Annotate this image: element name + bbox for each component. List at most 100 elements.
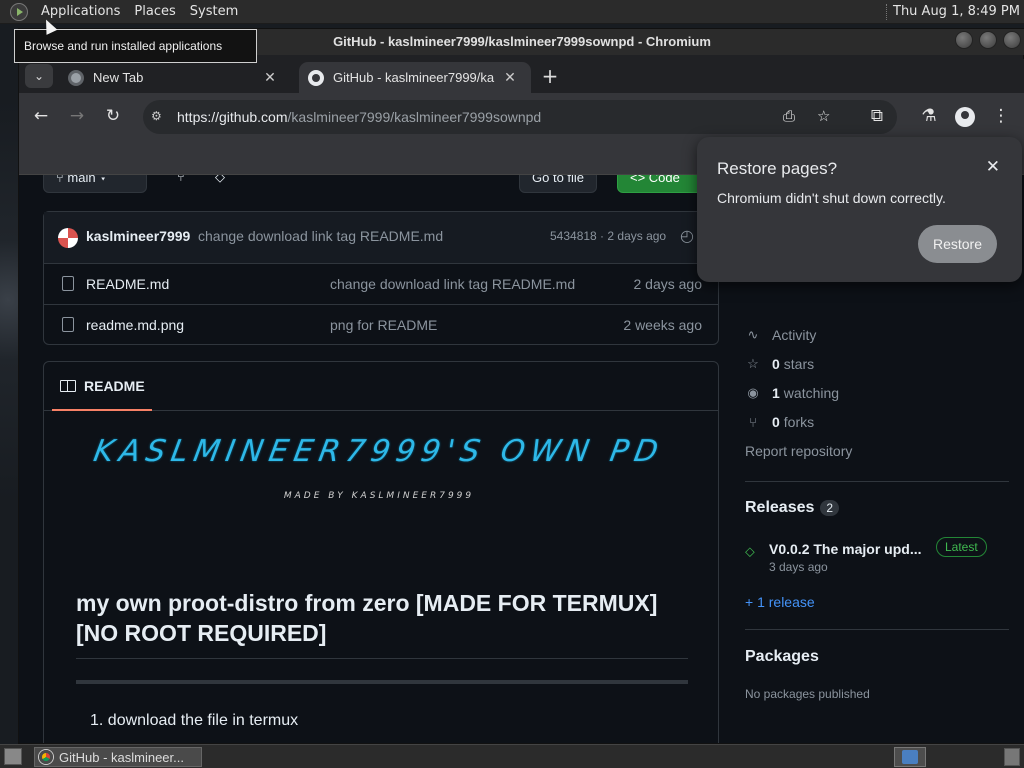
release-date: 3 days ago xyxy=(769,560,828,574)
table-row: README.md change download link tag READM… xyxy=(44,264,718,305)
eye-icon: ◉ xyxy=(747,385,759,400)
code-label: Code xyxy=(648,175,680,185)
close-icon[interactable]: ✕ xyxy=(986,157,1000,177)
file-icon xyxy=(62,276,74,291)
close-tab-icon[interactable]: ✕ xyxy=(501,69,519,86)
star-icon: ☆ xyxy=(747,356,759,371)
file-list: kaslmineer7999 change download link tag … xyxy=(43,211,719,345)
activity-label: Activity xyxy=(772,327,817,343)
bottom-panel: GitHub - kaslmineer... xyxy=(0,744,1024,768)
history-clock-icon[interactable]: ◴ xyxy=(680,226,694,246)
tags-icon[interactable]: ◇ xyxy=(203,175,237,193)
banner-subtitle: MADE BY KASLMINEER7999 xyxy=(283,491,475,501)
address-bar[interactable]: ⚙ https://github.com/kaslmineer7999/kasl… xyxy=(143,100,897,134)
taskbar-window-button[interactable]: GitHub - kaslmineer... xyxy=(34,747,202,767)
file-commit-date: 2 days ago xyxy=(633,276,703,292)
applications-menu[interactable]: Applications xyxy=(34,4,127,19)
file-name-link[interactable]: README.md xyxy=(86,276,169,292)
dialog-text: Chromium didn't shut down correctly. xyxy=(717,190,946,206)
readme-panel: README KASLMINEER7999'S OWN PD MADE BY K… xyxy=(43,361,719,743)
releases-count-badge: 2 xyxy=(820,500,840,516)
commit-author-link[interactable]: kaslmineer7999 xyxy=(86,228,190,244)
back-arrow-icon[interactable]: ← xyxy=(29,104,53,128)
extensions-icon[interactable]: ⧉ xyxy=(865,104,889,128)
site-info-icon[interactable]: ⚙ xyxy=(151,109,167,125)
labs-flask-icon[interactable]: ⚗ xyxy=(917,104,941,128)
panel-separator xyxy=(886,4,888,20)
forks-link[interactable]: ⑂ 0 forks xyxy=(745,414,814,430)
report-repository-link[interactable]: Report repository xyxy=(745,443,852,459)
maximize-button[interactable] xyxy=(979,31,997,49)
readme-divider xyxy=(76,680,688,684)
packages-heading[interactable]: Packages xyxy=(745,648,819,666)
window-title: GitHub - kaslmineer7999/kaslmineer7999so… xyxy=(333,34,711,49)
file-commit-message[interactable]: change download link tag README.md xyxy=(330,276,575,292)
trash-icon[interactable] xyxy=(1004,748,1020,766)
restore-button[interactable]: Restore xyxy=(918,225,997,263)
tab-search-button[interactable]: ⌄ xyxy=(25,64,53,88)
restore-pages-dialog: Restore pages? ✕ Chromium didn't shut do… xyxy=(697,137,1022,282)
tab-new-tab[interactable]: New Tab ✕ xyxy=(59,62,291,93)
readme-heading: my own proot-distro from zero [MADE FOR … xyxy=(76,588,688,659)
stars-count: 0 xyxy=(772,356,780,372)
commit-message-link[interactable]: change download link tag README.md xyxy=(198,228,443,244)
releases-heading[interactable]: Releases 2 xyxy=(745,499,840,517)
branches-icon[interactable]: ⑂ xyxy=(165,175,197,193)
reload-icon[interactable]: ↻ xyxy=(101,104,125,128)
close-tab-icon[interactable]: ✕ xyxy=(261,69,279,86)
forward-arrow-icon[interactable]: → xyxy=(65,104,89,128)
distro-logo-icon[interactable] xyxy=(10,2,28,21)
code-icon: <> xyxy=(630,175,649,185)
browser-toolbar: ← → ↻ ⚙ https://github.com/kaslmineer799… xyxy=(19,93,1024,141)
no-packages-text: No packages published xyxy=(745,687,870,701)
pulse-icon: ∿ xyxy=(747,327,759,342)
watching-link[interactable]: ◉ 1 watching xyxy=(745,385,839,401)
tab-label: New Tab xyxy=(93,70,144,85)
latest-commit-bar: kaslmineer7999 change download link tag … xyxy=(44,212,718,264)
branch-icon: ⑂ xyxy=(56,175,68,185)
watching-count: 1 xyxy=(772,385,780,401)
menu-kebab-icon[interactable]: ⋮ xyxy=(989,104,1013,128)
latest-badge: Latest xyxy=(936,537,987,557)
places-menu[interactable]: Places xyxy=(127,4,182,19)
url-text[interactable]: https://github.com/kaslmineer7999/kaslmi… xyxy=(177,109,541,125)
banner-title: KASLMINEER7999'S OWN PD xyxy=(91,434,667,469)
readme-tab-label: README xyxy=(84,378,145,394)
avatar[interactable] xyxy=(58,228,78,248)
profile-avatar-icon[interactable] xyxy=(955,107,975,127)
file-commit-date: 2 weeks ago xyxy=(623,317,702,333)
readme-list-item: 1. download the file in termux xyxy=(90,712,299,729)
workspace-switcher[interactable] xyxy=(894,747,926,767)
code-button[interactable]: <> Code xyxy=(617,175,707,193)
applications-tooltip: Browse and run installed applications xyxy=(14,29,257,63)
clock[interactable]: Thu Aug 1, 8:49 PM xyxy=(893,4,1020,19)
release-name-link[interactable]: V0.0.2 The major upd... xyxy=(769,541,929,557)
go-to-file-button[interactable]: Go to file xyxy=(519,175,598,193)
file-commit-message[interactable]: png for README xyxy=(330,317,437,333)
activity-link[interactable]: ∿ Activity xyxy=(745,327,817,343)
show-desktop-icon[interactable] xyxy=(4,748,22,765)
system-menu[interactable]: System xyxy=(183,4,245,19)
commit-sha-time[interactable]: 5434818 · 2 days ago xyxy=(550,229,666,243)
book-icon xyxy=(60,380,76,392)
install-app-icon[interactable]: ⎙ xyxy=(783,107,795,125)
releases-title: Releases xyxy=(745,499,815,516)
sidebar-divider xyxy=(745,481,1009,482)
watching-label: watching xyxy=(783,385,840,401)
readme-tab[interactable]: README xyxy=(44,362,718,411)
chromium-icon xyxy=(39,750,53,764)
close-window-button[interactable] xyxy=(1003,31,1021,49)
task-label: GitHub - kaslmineer... xyxy=(59,749,184,765)
new-tab-button[interactable]: + xyxy=(539,65,561,87)
branch-selector[interactable]: ⑂ main ▾ xyxy=(43,175,147,193)
active-tab-underline xyxy=(52,409,152,411)
fork-icon: ⑂ xyxy=(749,414,757,430)
stars-label: stars xyxy=(783,356,815,372)
more-releases-link[interactable]: + 1 release xyxy=(745,594,815,610)
tag-icon: ⬦ xyxy=(745,543,755,559)
bookmark-star-icon[interactable]: ☆ xyxy=(817,107,830,125)
tab-github[interactable]: GitHub - kaslmineer7999/ka ✕ xyxy=(299,62,531,93)
stars-link[interactable]: ☆ 0 stars xyxy=(745,356,814,372)
minimize-button[interactable] xyxy=(955,31,973,49)
file-name-link[interactable]: readme.md.png xyxy=(86,317,184,333)
